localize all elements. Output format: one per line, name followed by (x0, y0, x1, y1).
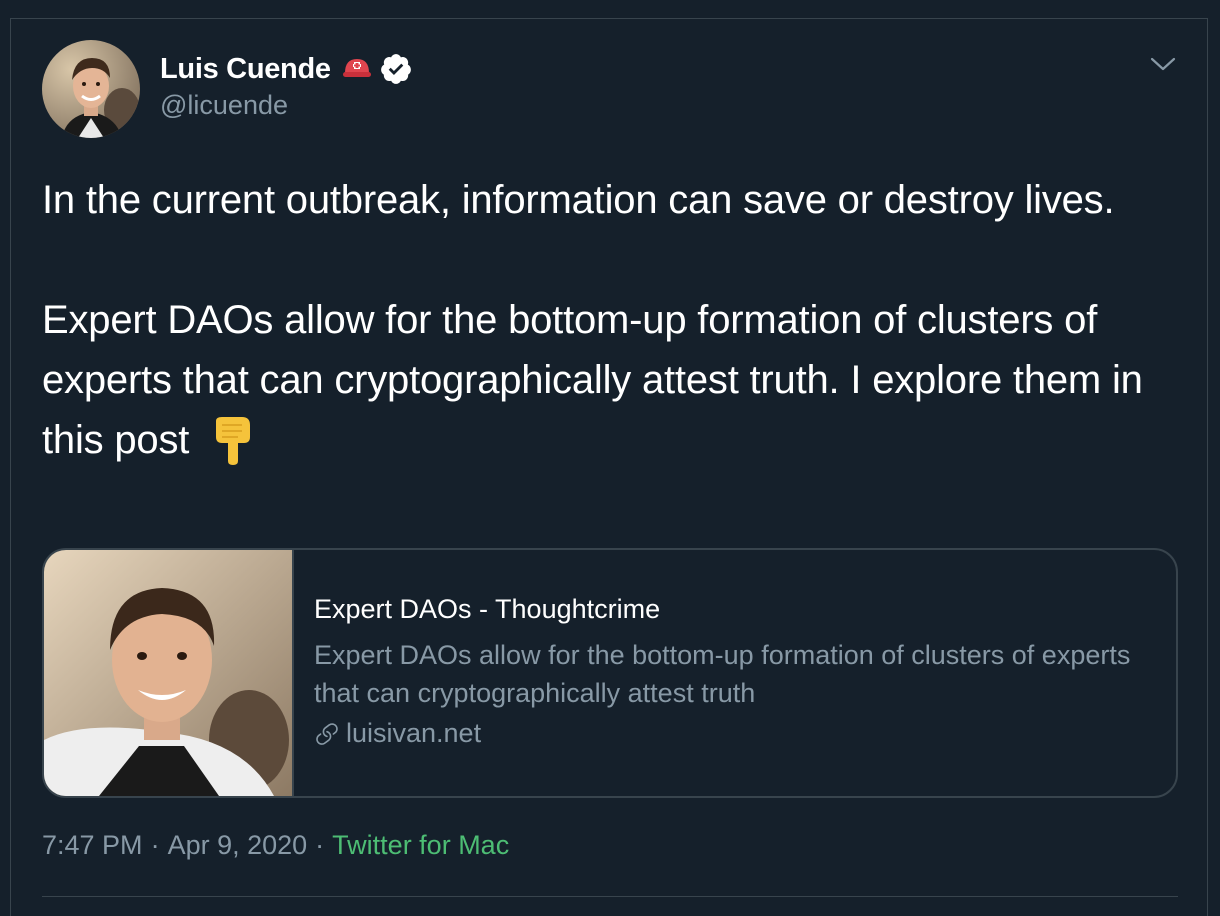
card-thumbnail[interactable] (44, 550, 294, 796)
avatar[interactable] (42, 40, 140, 138)
tweet-paragraph-text: Expert DAOs allow for the bottom-up form… (42, 298, 1143, 462)
meta-separator: · (315, 830, 325, 860)
verified-badge-icon (380, 54, 411, 84)
helmet-emoji-icon (342, 59, 371, 77)
link-icon (316, 722, 338, 745)
card-thumbnail-photo-icon (44, 550, 292, 796)
card-title[interactable]: Expert DAOs - Thoughtcrime (314, 594, 660, 625)
profile-photo-icon (42, 40, 140, 138)
tweet-source-link[interactable]: Twitter for Mac (332, 830, 509, 861)
author-handle[interactable]: @licuende (160, 90, 288, 121)
backhand-index-pointing-down-icon (216, 417, 251, 465)
meta-separator: · (150, 830, 160, 860)
chevron-down-icon[interactable] (1150, 54, 1176, 74)
tweet-time[interactable]: 7:47 PM (42, 830, 143, 861)
card-domain-text[interactable]: luisivan.net (346, 718, 481, 749)
tweet-date[interactable]: Apr 9, 2020 (168, 830, 308, 861)
tweet-text: In the current outbreak, information can… (42, 170, 1192, 470)
author-display-name[interactable]: Luis Cuende (160, 53, 331, 86)
link-preview-card[interactable]: Expert DAOs - Thoughtcrime Expert DAOs a… (42, 548, 1178, 798)
author-name-row[interactable]: Luis Cuende (160, 50, 413, 88)
bottom-divider (42, 896, 1178, 897)
card-description: Expert DAOs allow for the bottom-up form… (314, 640, 1131, 708)
card-domain[interactable]: luisivan.net (314, 718, 481, 749)
tweet-meta: 7:47 PM · Apr 9, 2020 · Twitter for Mac (42, 830, 509, 861)
tweet-paragraph: In the current outbreak, information can… (42, 178, 1115, 222)
tweet-paragraph: Expert DAOs allow for the bottom-up form… (42, 290, 1192, 470)
